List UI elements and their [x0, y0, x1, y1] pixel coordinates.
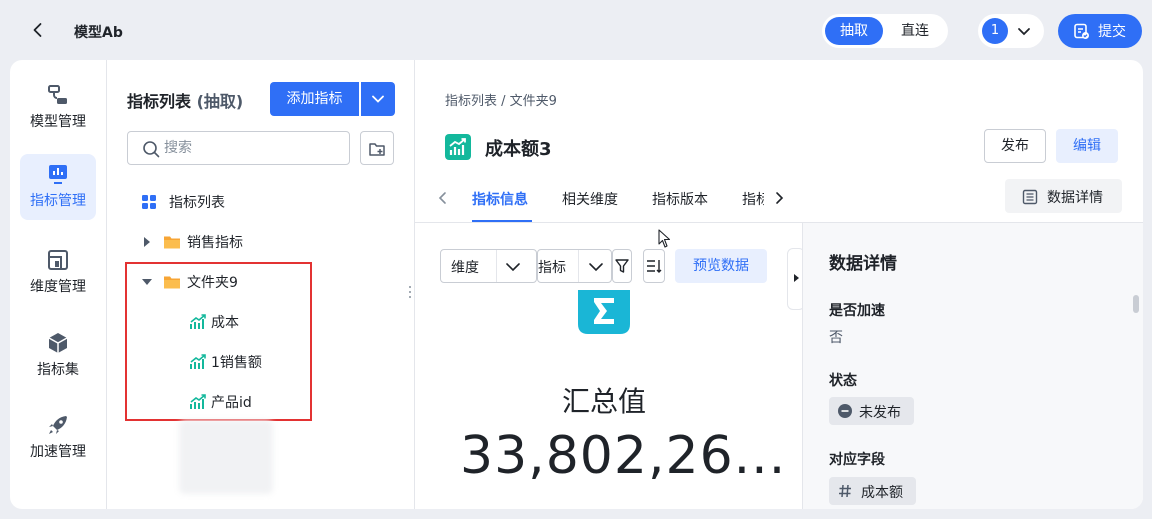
- preview-data-button[interactable]: 预览数据: [675, 249, 767, 283]
- list-title-text: 指标列表: [127, 92, 192, 111]
- status-value: 未发布: [859, 405, 901, 421]
- add-metric-button[interactable]: 添加指标: [270, 82, 359, 116]
- tab-overflow[interactable]: 指标: [742, 186, 764, 212]
- nav-item-dimension[interactable]: 维度管理: [20, 240, 96, 306]
- data-details-button[interactable]: 数据详情: [1005, 179, 1122, 213]
- minus-circle-icon: [838, 404, 852, 418]
- tab-metric-more: 指标: [742, 192, 764, 208]
- chevron-down-icon: [1018, 28, 1030, 36]
- search-box: [127, 131, 350, 165]
- mode-switch: 抽取 直连: [822, 14, 948, 48]
- tree-label: 销售指标: [187, 235, 243, 251]
- filter-button[interactable]: [612, 249, 632, 283]
- scrollbar[interactable]: [1133, 295, 1139, 313]
- cube-icon: [48, 333, 68, 353]
- data-details-panel: 数据详情 是否加速 否 状态 未发布 对应字段 成本额: [802, 223, 1143, 509]
- tab-metric-info[interactable]: 指标信息: [472, 189, 528, 209]
- back-button[interactable]: [28, 20, 48, 40]
- tab-metric-versions[interactable]: 指标版本: [652, 189, 708, 209]
- list-title-mode: (抽取): [196, 92, 244, 111]
- summary-value: 33,802,26...: [460, 426, 787, 486]
- edit-button[interactable]: 编辑: [1056, 129, 1118, 163]
- metric-select-label: 指标: [538, 260, 566, 276]
- dimension-icon: [48, 250, 68, 270]
- folder-icon: [164, 236, 180, 249]
- blurred-region: [179, 420, 273, 494]
- metric-chart-icon: [49, 165, 67, 184]
- metric-select[interactable]: 指标: [537, 249, 612, 283]
- grid-icon: [142, 195, 156, 209]
- avatar: 1: [982, 18, 1008, 44]
- nav-item-model[interactable]: 模型管理: [20, 75, 96, 141]
- nav-label: 维度管理: [30, 279, 86, 295]
- page-title: 成本额3: [485, 139, 552, 160]
- model-title: 模型Ab: [74, 25, 123, 41]
- accel-value: 否: [829, 330, 843, 346]
- search-icon: [143, 141, 160, 158]
- nav-item-acceleration[interactable]: 加速管理: [20, 405, 96, 471]
- nav-label: 指标管理: [30, 193, 86, 209]
- submit-icon: [1074, 23, 1089, 39]
- sort-icon: [647, 260, 662, 273]
- field-value: 成本额: [861, 485, 903, 501]
- mode-direct-tab[interactable]: 直连: [886, 17, 944, 45]
- chevron-left-icon: [438, 192, 446, 204]
- status-badge: 未发布: [829, 397, 914, 425]
- tabs-prev-button[interactable]: [437, 190, 449, 206]
- search-input[interactable]: [164, 139, 334, 157]
- main-card: 模型管理 指标管理 维度管理 指标集 加速管理 指标列表 (抽取) 添加指标 搜…: [10, 60, 1143, 509]
- nav-item-metric[interactable]: 指标管理: [20, 154, 96, 220]
- tab-related-dimensions[interactable]: 相关维度: [562, 189, 618, 209]
- submit-button[interactable]: 提交: [1058, 14, 1142, 48]
- accel-label: 是否加速: [829, 303, 885, 319]
- chevron-down-icon: [372, 95, 384, 103]
- submit-label: 提交: [1098, 24, 1126, 40]
- sigma-icon: [578, 290, 630, 334]
- nav-item-metric-set[interactable]: 指标集: [20, 323, 96, 389]
- rocket-icon: [49, 416, 67, 434]
- folder-add-icon: [369, 143, 385, 156]
- chevron-down-icon: [589, 263, 603, 272]
- side-nav: 模型管理 指标管理 维度管理 指标集 加速管理: [10, 60, 107, 509]
- sort-button[interactable]: [643, 249, 665, 283]
- metric-trend-icon: [445, 134, 471, 160]
- breadcrumb[interactable]: 指标列表 / 文件夹9: [445, 90, 557, 109]
- tree-label: 指标列表: [169, 195, 225, 211]
- new-folder-button[interactable]: [360, 131, 394, 165]
- tree-item-sales-folder[interactable]: 销售指标: [141, 232, 381, 252]
- field-badge: 成本额: [829, 477, 916, 505]
- nav-label: 加速管理: [30, 444, 86, 460]
- details-title: 数据详情: [829, 254, 897, 274]
- nav-label: 指标集: [37, 362, 79, 378]
- mode-extract-tab[interactable]: 抽取: [825, 17, 883, 45]
- field-label: 对应字段: [829, 452, 885, 468]
- tabs-next-button[interactable]: [773, 190, 785, 206]
- model-icon: [48, 85, 67, 104]
- list-title: 指标列表 (抽取): [127, 88, 243, 112]
- dimension-select[interactable]: 维度: [440, 249, 537, 283]
- user-menu[interactable]: 1: [978, 14, 1044, 48]
- nav-label: 模型管理: [30, 114, 86, 130]
- filter-icon: [615, 259, 629, 273]
- status-label: 状态: [829, 373, 857, 389]
- chevron-down-icon: [506, 263, 520, 272]
- publish-button[interactable]: 发布: [984, 129, 1046, 163]
- list-doc-icon: [1022, 189, 1038, 205]
- chevron-right-icon: [776, 192, 784, 204]
- mouse-cursor-icon: [658, 229, 672, 249]
- metric-list-panel: 指标列表 (抽取) 添加指标 指标列表 销售指标 文件夹9: [107, 60, 415, 509]
- caret-right-icon[interactable]: [141, 234, 153, 250]
- summary-label: 汇总值: [562, 385, 647, 418]
- add-metric-dropdown[interactable]: [361, 82, 395, 116]
- hash-icon: [839, 484, 851, 498]
- data-details-label: 数据详情: [1047, 190, 1103, 206]
- highlight-box: [125, 262, 312, 421]
- caret-right-icon: [794, 274, 799, 282]
- dimension-select-label: 维度: [451, 260, 479, 276]
- resize-handle[interactable]: [408, 285, 412, 299]
- tree-item-metric-list[interactable]: 指标列表: [141, 192, 381, 212]
- metric-detail-panel: 指标列表 / 文件夹9 成本额3 发布 编辑 指标信息 相关维度 指标版本 指标…: [415, 60, 1143, 509]
